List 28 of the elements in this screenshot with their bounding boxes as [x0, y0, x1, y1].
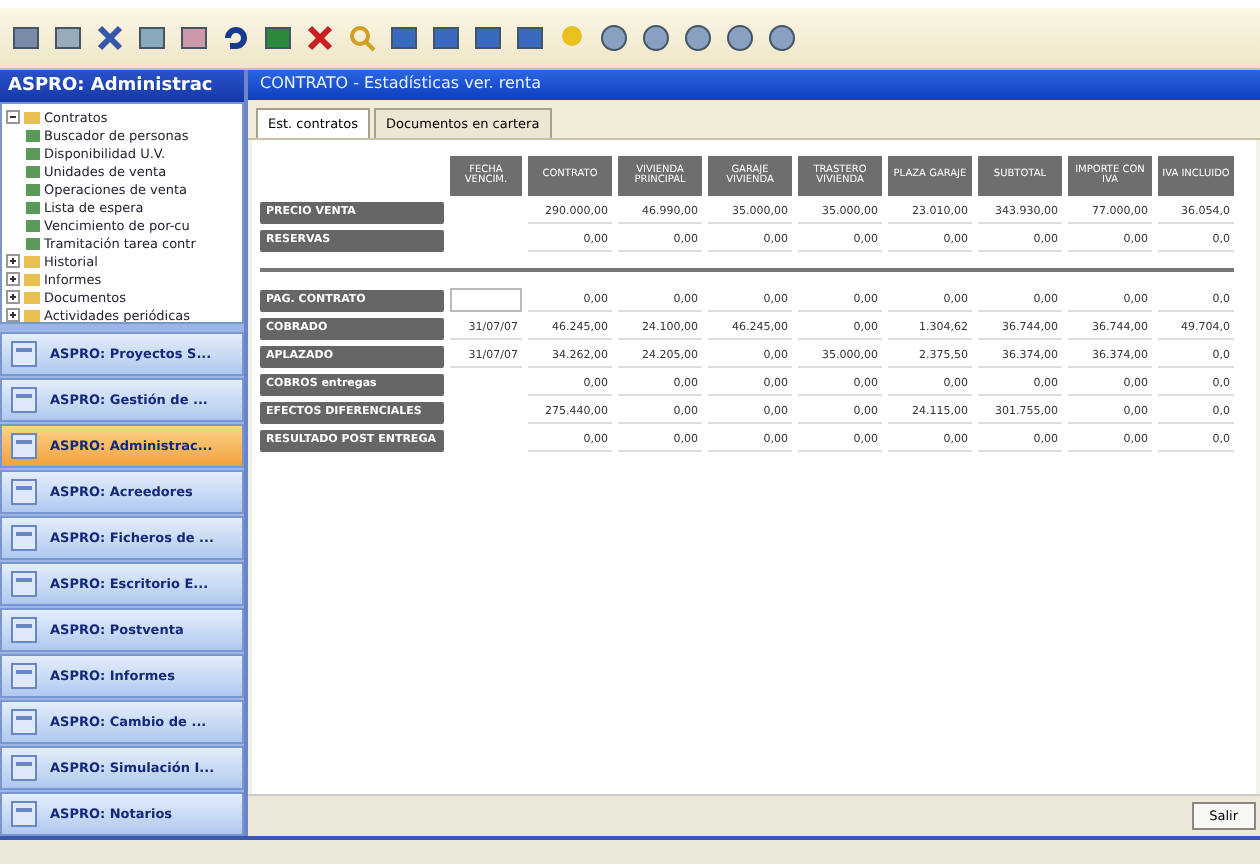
date-field[interactable] — [450, 288, 522, 312]
module-icon — [10, 570, 38, 598]
expand-icon[interactable] — [6, 254, 20, 268]
circle-icon[interactable] — [684, 24, 712, 52]
module-icon — [10, 386, 38, 414]
module-icon — [10, 754, 38, 782]
module-icon — [10, 478, 38, 506]
expand-icon[interactable] — [6, 290, 20, 304]
module-icon — [10, 432, 38, 460]
circle-icon[interactable] — [726, 24, 754, 52]
collapse-icon[interactable] — [6, 110, 20, 124]
delete-icon[interactable] — [306, 24, 334, 52]
module-icon — [10, 340, 38, 368]
expand-icon[interactable] — [6, 308, 20, 322]
circle-icon[interactable] — [768, 24, 796, 52]
undo-icon[interactable] — [222, 24, 250, 52]
circle-icon[interactable] — [600, 24, 628, 52]
expand-icon[interactable] — [6, 272, 20, 286]
circle-icon[interactable] — [642, 24, 670, 52]
folder-icon — [24, 110, 40, 124]
module-icon — [10, 800, 38, 828]
sidebar-title: ASPRO: Administrac — [0, 70, 244, 102]
module-icon — [10, 616, 38, 644]
module-icon — [10, 662, 38, 690]
module-icon — [10, 708, 38, 736]
module-icon — [10, 524, 38, 552]
document-title: CONTRATO - Estadísticas ver. renta — [248, 70, 1260, 100]
cut-icon[interactable] — [96, 24, 124, 52]
